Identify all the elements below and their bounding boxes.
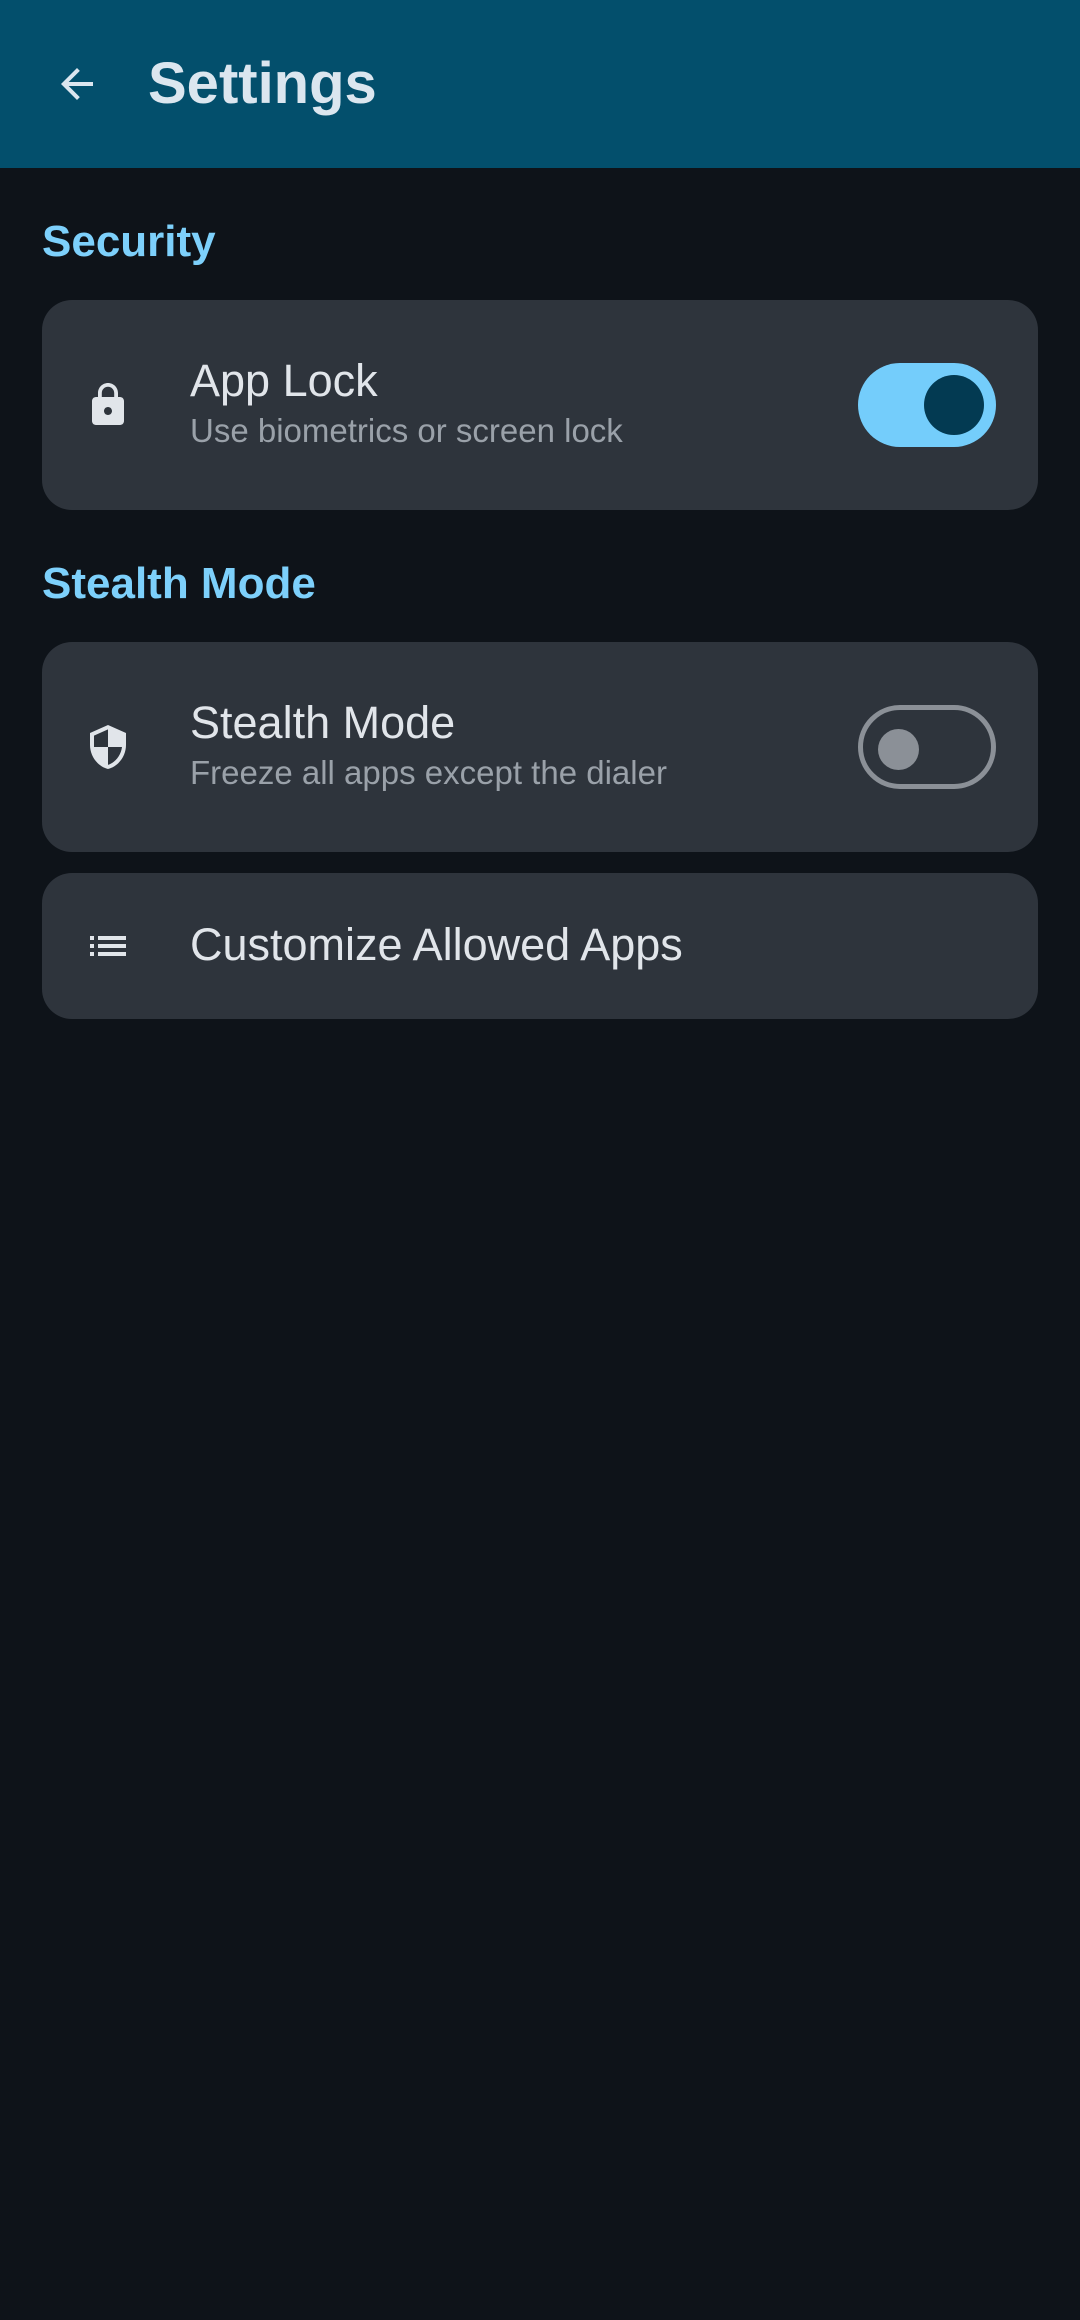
list-icon: [84, 922, 132, 970]
toggle-knob: [878, 729, 919, 770]
stealth-mode-title: Stealth Mode: [190, 697, 456, 748]
stealth-mode-toggle[interactable]: [858, 705, 996, 789]
stealth-mode-row[interactable]: Stealth Mode Freeze all apps except the …: [42, 642, 1038, 852]
section-header-security: Security: [42, 217, 216, 266]
app-bar: Settings: [0, 0, 1080, 168]
back-button[interactable]: [32, 39, 122, 129]
app-lock-row[interactable]: App Lock Use biometrics or screen lock: [42, 300, 1038, 510]
stealth-mode-subtitle: Freeze all apps except the dialer: [190, 754, 667, 791]
toggle-knob: [924, 375, 984, 435]
customize-allowed-apps-row[interactable]: Customize Allowed Apps: [42, 873, 1038, 1019]
app-lock-title: App Lock: [190, 355, 378, 406]
shield-icon: [84, 723, 132, 771]
arrow-back-icon: [61, 68, 93, 100]
customize-allowed-apps-title: Customize Allowed Apps: [190, 919, 683, 970]
app-lock-subtitle: Use biometrics or screen lock: [190, 412, 623, 449]
section-header-stealth-mode: Stealth Mode: [42, 559, 316, 608]
app-lock-toggle[interactable]: [858, 363, 996, 447]
lock-icon: [84, 381, 132, 429]
page-title: Settings: [148, 51, 377, 116]
